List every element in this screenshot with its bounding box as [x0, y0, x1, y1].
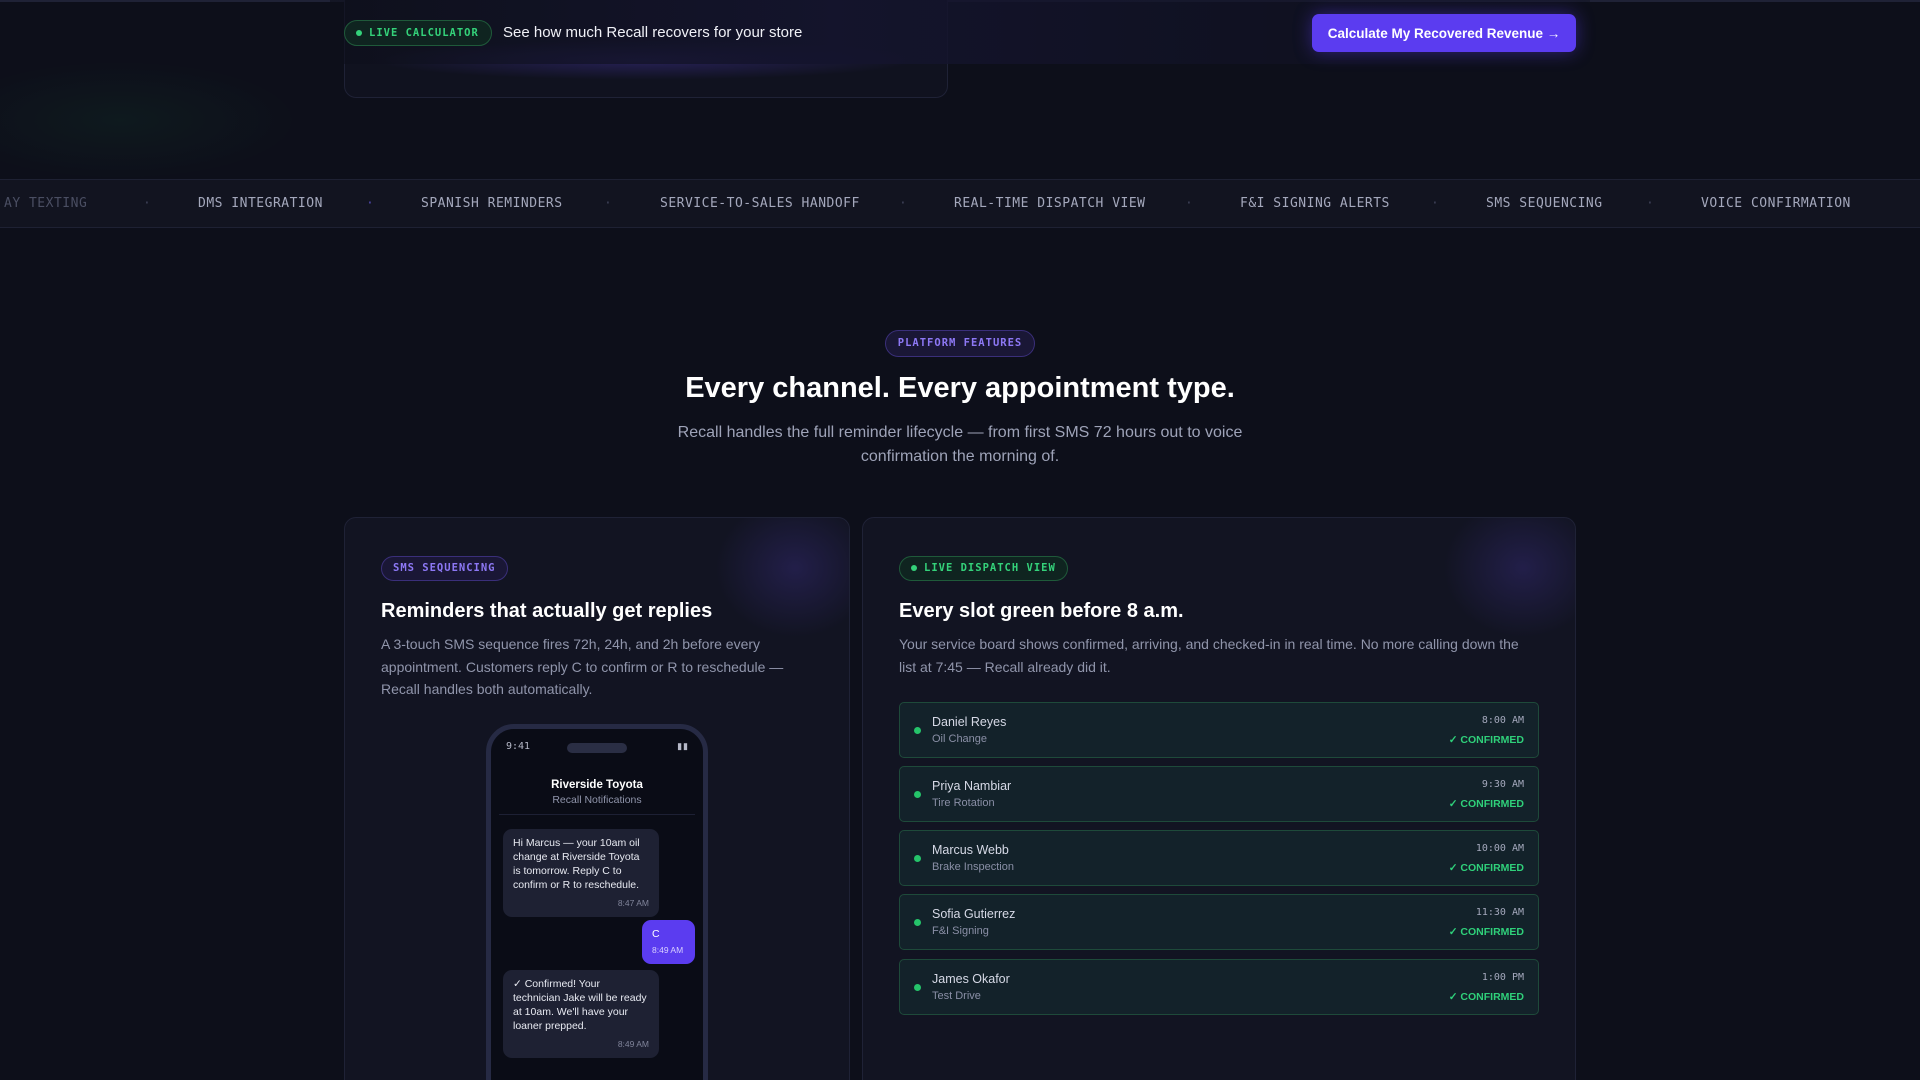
ticker-item: REAL-TIME DISPATCH VIEW	[954, 196, 1146, 211]
feature-ticker: AY TEXTING · DMS INTEGRATION · SPANISH R…	[0, 179, 1920, 228]
status-badge: ✓ CONFIRMED	[1448, 926, 1524, 938]
ticker-separator: ·	[143, 196, 151, 211]
phone-divider	[499, 814, 695, 815]
ticker-separator: ·	[1185, 196, 1193, 211]
message-text: Hi Marcus — your 10am oil change at Rive…	[513, 837, 640, 891]
notification-channel: Recall Notifications	[552, 794, 642, 806]
signal-icon: ▮▮	[677, 741, 689, 751]
calculator-tagline: See how much Recall recovers for your st…	[503, 24, 803, 41]
sms-sequencing-card: SMS SEQUENCING Reminders that actually g…	[344, 517, 850, 1080]
appointment-row: James Okafor Test Drive 1:00 PM ✓ CONFIR…	[899, 959, 1539, 1015]
message-text: ✓ Confirmed! Your technician Jake will b…	[513, 978, 647, 1032]
message-time: 8:49 AM	[617, 1039, 649, 1049]
ticker-item: AY TEXTING	[4, 196, 88, 211]
appointment-time: 8:00 AM	[1481, 715, 1524, 726]
status-dot-icon	[914, 791, 921, 798]
service-type: Tire Rotation	[932, 797, 995, 809]
incoming-message: Hi Marcus — your 10am oil change at Rive…	[503, 829, 659, 917]
status-dot-icon	[914, 919, 921, 926]
customer-name: James Okafor	[932, 972, 1010, 986]
customer-name: Marcus Webb	[932, 843, 1009, 857]
status-dot-icon	[914, 984, 921, 991]
ticker-item: SERVICE-TO-SALES HANDOFF	[660, 196, 860, 211]
card-glow	[715, 518, 849, 638]
customer-name: Priya Nambiar	[932, 779, 1012, 793]
ticker-separator: ·	[604, 196, 612, 211]
appointment-row: Marcus Webb Brake Inspection 10:00 AM ✓ …	[899, 830, 1539, 886]
service-type: F&I Signing	[932, 925, 989, 937]
appointment-row: Sofia Gutierrez F&I Signing 11:30 AM ✓ C…	[899, 894, 1539, 950]
message-time: 8:49 AM	[652, 945, 684, 955]
appointment-row: Daniel Reyes Oil Change 8:00 AM ✓ CONFIR…	[899, 702, 1539, 758]
appointment-time: 9:30 AM	[1481, 779, 1524, 790]
phone-mockup: 9:41 ▮▮ Riverside Toyota Recall Notifica…	[486, 724, 708, 1080]
sms-card-description: A 3-touch SMS sequence fires 72h, 24h, a…	[381, 636, 784, 697]
status-badge: ✓ CONFIRMED	[1448, 862, 1524, 874]
customer-name: Daniel Reyes	[932, 715, 1007, 729]
live-calculator-badge: LIVE CALCULATOR	[344, 20, 492, 46]
live-calculator-label: LIVE CALCULATOR	[369, 27, 479, 39]
appointment-time: 1:00 PM	[1481, 972, 1524, 983]
section-subtitle: Recall handles the full reminder lifecyc…	[677, 424, 1243, 465]
ticker-item: F&I SIGNING ALERTS	[1240, 196, 1390, 211]
status-dot-icon	[914, 855, 921, 862]
ticker-item: VOICE CONFIRMATION	[1701, 196, 1851, 211]
live-dot-icon	[356, 30, 362, 36]
status-badge: ✓ CONFIRMED	[1448, 991, 1524, 1003]
message-text: C	[652, 928, 660, 940]
live-dispatch-card: LIVE DISPATCH VIEW Every slot green befo…	[862, 517, 1576, 1080]
service-type: Oil Change	[932, 733, 988, 745]
status-badge: ✓ CONFIRMED	[1448, 734, 1524, 746]
status-dot-icon	[914, 727, 921, 734]
phone-status-time: 9:41	[506, 741, 531, 752]
ticker-item: SPANISH REMINDERS	[421, 196, 563, 211]
ticker-item: SMS SEQUENCING	[1486, 196, 1603, 211]
live-dispatch-label: LIVE DISPATCH VIEW	[924, 562, 1056, 574]
message-time: 8:47 AM	[617, 898, 649, 908]
dispatch-card-description: Your service board shows confirmed, arri…	[899, 636, 1519, 675]
sms-card-title: Reminders that actually get replies	[381, 600, 713, 622]
calculate-revenue-button[interactable]: Calculate My Recovered Revenue →	[1312, 14, 1576, 52]
section-title: Every channel. Every appointment type.	[685, 372, 1235, 404]
ticker-separator: ·	[899, 196, 907, 211]
ticker-item: DMS INTEGRATION	[198, 196, 323, 211]
appointment-time: 10:00 AM	[1475, 843, 1524, 854]
outgoing-message: C 8:49 AM	[642, 920, 695, 964]
live-dot-icon	[911, 565, 917, 571]
sms-sequencing-tag: SMS SEQUENCING	[381, 556, 508, 581]
ticker-separator: ·	[1646, 196, 1654, 211]
dispatch-card-title: Every slot green before 8 a.m.	[899, 600, 1184, 622]
platform-features-badge: PLATFORM FEATURES	[885, 330, 1035, 357]
service-type: Test Drive	[932, 990, 981, 1002]
appointment-time: 11:30 AM	[1475, 907, 1524, 918]
ambient-glow	[0, 60, 300, 180]
status-badge: ✓ CONFIRMED	[1448, 798, 1524, 810]
service-type: Brake Inspection	[932, 861, 1014, 873]
live-dispatch-tag: LIVE DISPATCH VIEW	[899, 556, 1068, 581]
ticker-separator: ·	[366, 196, 374, 211]
card-glow	[1443, 518, 1575, 638]
dealer-name: Riverside Toyota	[551, 779, 643, 791]
customer-name: Sofia Gutierrez	[932, 907, 1016, 921]
ticker-separator: ·	[1431, 196, 1439, 211]
appointment-row: Priya Nambiar Tire Rotation 9:30 AM ✓ CO…	[899, 766, 1539, 822]
incoming-message: ✓ Confirmed! Your technician Jake will b…	[503, 970, 659, 1058]
phone-notch	[567, 743, 627, 753]
